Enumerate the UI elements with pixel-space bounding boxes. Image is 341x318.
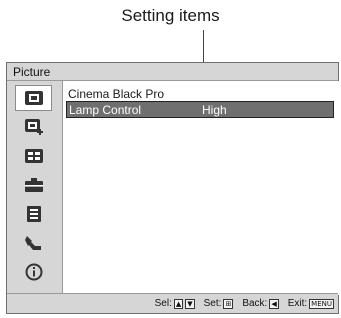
screen-icon [24, 149, 43, 163]
menu-tab-setup[interactable] [15, 172, 52, 198]
set-hint: Set: ⊞ [204, 294, 234, 313]
select-hint: Sel: ▲ ▼ [155, 294, 195, 313]
menu-tab-installation[interactable] [15, 230, 52, 256]
menu-title: Picture [7, 63, 338, 81]
exit-hint-label: Exit: [287, 297, 308, 309]
menu-tab-picture[interactable] [15, 85, 52, 111]
set-hint-label: Set: [203, 297, 222, 309]
setup-icon [24, 178, 43, 192]
menu-tab-advanced-picture[interactable] [15, 114, 52, 140]
setting-items-panel: Cinema Black Pro Lamp Control High [63, 81, 340, 295]
function-icon [26, 206, 41, 222]
information-icon [25, 263, 42, 281]
back-hint: Back: ◀ [242, 294, 279, 313]
up-arrow-key-icon: ▲ [173, 298, 184, 309]
menu-icon-column [7, 81, 63, 295]
picture-menu-window: Picture Cinema Black Pro Lamp Control Hi… [6, 62, 340, 314]
setting-item-label: Lamp Control [69, 103, 142, 117]
menu-key-icon: MENU [309, 298, 334, 309]
menu-tab-information[interactable] [15, 259, 52, 285]
select-hint-label: Sel: [154, 297, 172, 309]
back-hint-label: Back: [242, 297, 268, 309]
advanced-picture-icon [24, 119, 43, 135]
menu-tab-function[interactable] [15, 201, 52, 227]
exit-hint: Exit: MENU [288, 294, 334, 313]
setting-item-label: Cinema Black Pro [68, 87, 165, 101]
setting-item-lamp-control[interactable]: Lamp Control High [66, 101, 334, 118]
picture-icon [24, 91, 43, 105]
left-arrow-key-icon: ◀ [269, 298, 279, 309]
down-arrow-key-icon: ▼ [185, 298, 195, 309]
setting-item-value: High [202, 103, 227, 117]
callout-title: Setting items [121, 6, 220, 25]
enter-key-icon: ⊞ [223, 298, 234, 309]
wrench-icon [24, 236, 41, 250]
menu-footer-hints: Sel: ▲ ▼ Set: ⊞ Back: ◀ Exit: MENU [7, 293, 338, 313]
menu-tab-screen[interactable] [15, 143, 52, 169]
